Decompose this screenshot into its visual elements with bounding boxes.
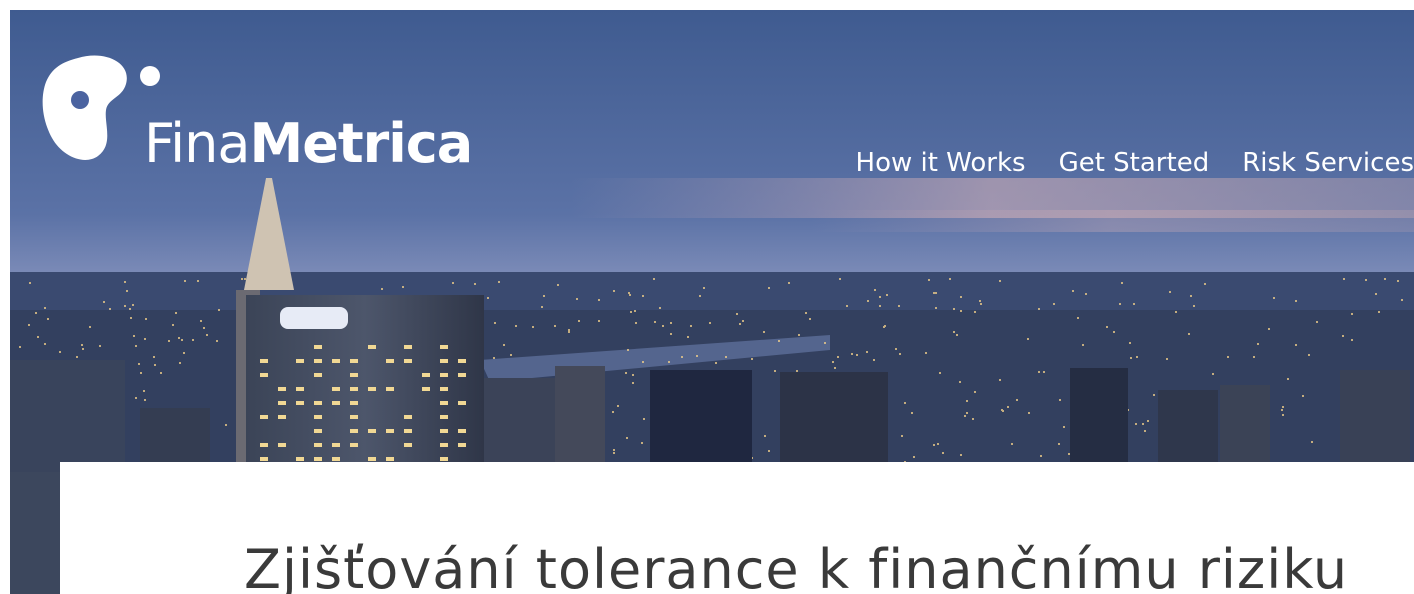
page: FinaMetrica How it Works Get Started Ris… (0, 0, 1414, 594)
brand-wordmark: FinaMetrica (144, 112, 473, 175)
nav-get-started[interactable]: Get Started (1059, 143, 1210, 183)
brand-name-part1: Fina (144, 112, 250, 175)
nav-how-it-works[interactable]: How it Works (856, 143, 1026, 183)
main-nav: How it Works Get Started Risk Services (856, 143, 1414, 183)
page-title: Zjišťování tolerance k finančnímu riziku (244, 538, 1349, 594)
nav-risk-services[interactable]: Risk Services (1242, 143, 1414, 183)
brand-name-part2: Metrica (249, 112, 473, 175)
finametrica-logo[interactable]: FinaMetrica (40, 52, 520, 192)
content-panel: Zjišťování tolerance k finančnímu riziku (60, 462, 1414, 594)
